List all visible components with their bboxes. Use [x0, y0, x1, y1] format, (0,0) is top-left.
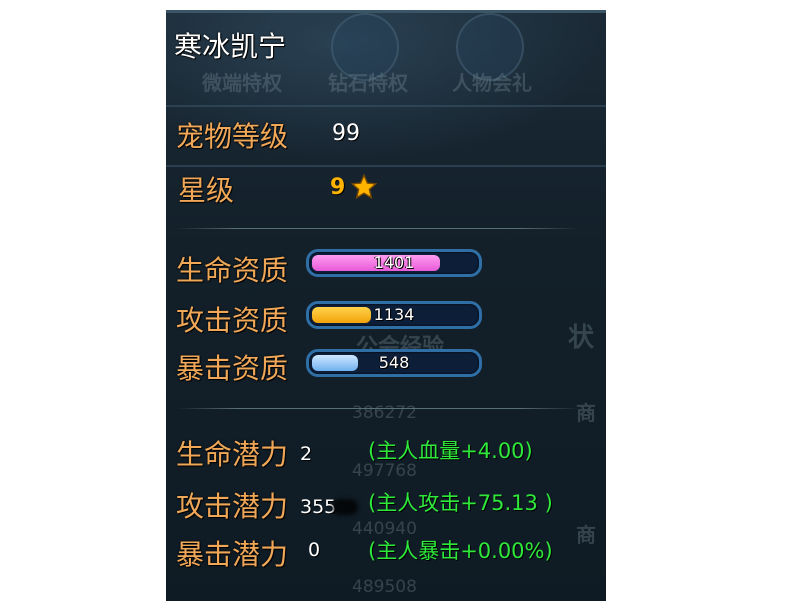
pet-name: 寒冰凯宁: [174, 30, 287, 63]
hp-potential-label: 生命潜力: [176, 438, 289, 471]
attack-potential-label: 攻击潜力: [176, 490, 289, 523]
star-value: 9: [330, 175, 346, 200]
text-smudge: [332, 499, 358, 515]
attack-potential-value: 355: [300, 496, 337, 518]
attack-potential-bonus: (主人攻击+75.13 ): [368, 491, 553, 515]
banner-item: 微端特权: [202, 71, 282, 95]
attack-aptitude-label: 攻击资质: [176, 304, 289, 337]
background-divider: [166, 105, 606, 107]
attack-aptitude-value: 1134: [373, 305, 415, 324]
background-number: 489508: [352, 577, 417, 597]
section-divider: [176, 408, 580, 409]
attack-aptitude-bar: 1134: [306, 301, 482, 329]
crit-potential-label: 暴击潜力: [176, 538, 289, 571]
crit-aptitude-bar: 548: [306, 349, 482, 377]
level-value: 99: [332, 121, 360, 146]
pet-info-panel: 微端特权 钻石特权 人物会礼 状 公会经验 商 商 386272 497768 …: [166, 10, 606, 601]
background-divider: [166, 165, 606, 167]
background-side-word: 状: [568, 323, 595, 353]
hp-aptitude-bar: 1401: [306, 249, 482, 277]
crit-aptitude-label: 暴击资质: [176, 352, 289, 385]
star-icon: [350, 173, 378, 199]
banner-item: 钻石特权: [328, 71, 408, 95]
crit-potential-bonus: (主人暴击+0.00%): [368, 539, 553, 563]
hp-aptitude-value: 1401: [373, 253, 415, 272]
hp-aptitude-label: 生命资质: [176, 254, 289, 287]
background-side-word: 商: [576, 523, 596, 547]
level-label: 宠物等级: [176, 120, 289, 153]
hp-potential-bonus: (主人血量+4.00): [368, 439, 533, 463]
section-divider: [176, 228, 580, 229]
hp-potential-value: 2: [300, 443, 313, 465]
star-label: 星级: [178, 174, 235, 207]
banner-item: 人物会礼: [452, 71, 532, 95]
background-number: 386272: [352, 403, 417, 423]
crit-potential-value: 0: [308, 539, 321, 561]
crit-aptitude-value: 548: [378, 353, 410, 372]
background-side-word: 商: [576, 401, 596, 425]
